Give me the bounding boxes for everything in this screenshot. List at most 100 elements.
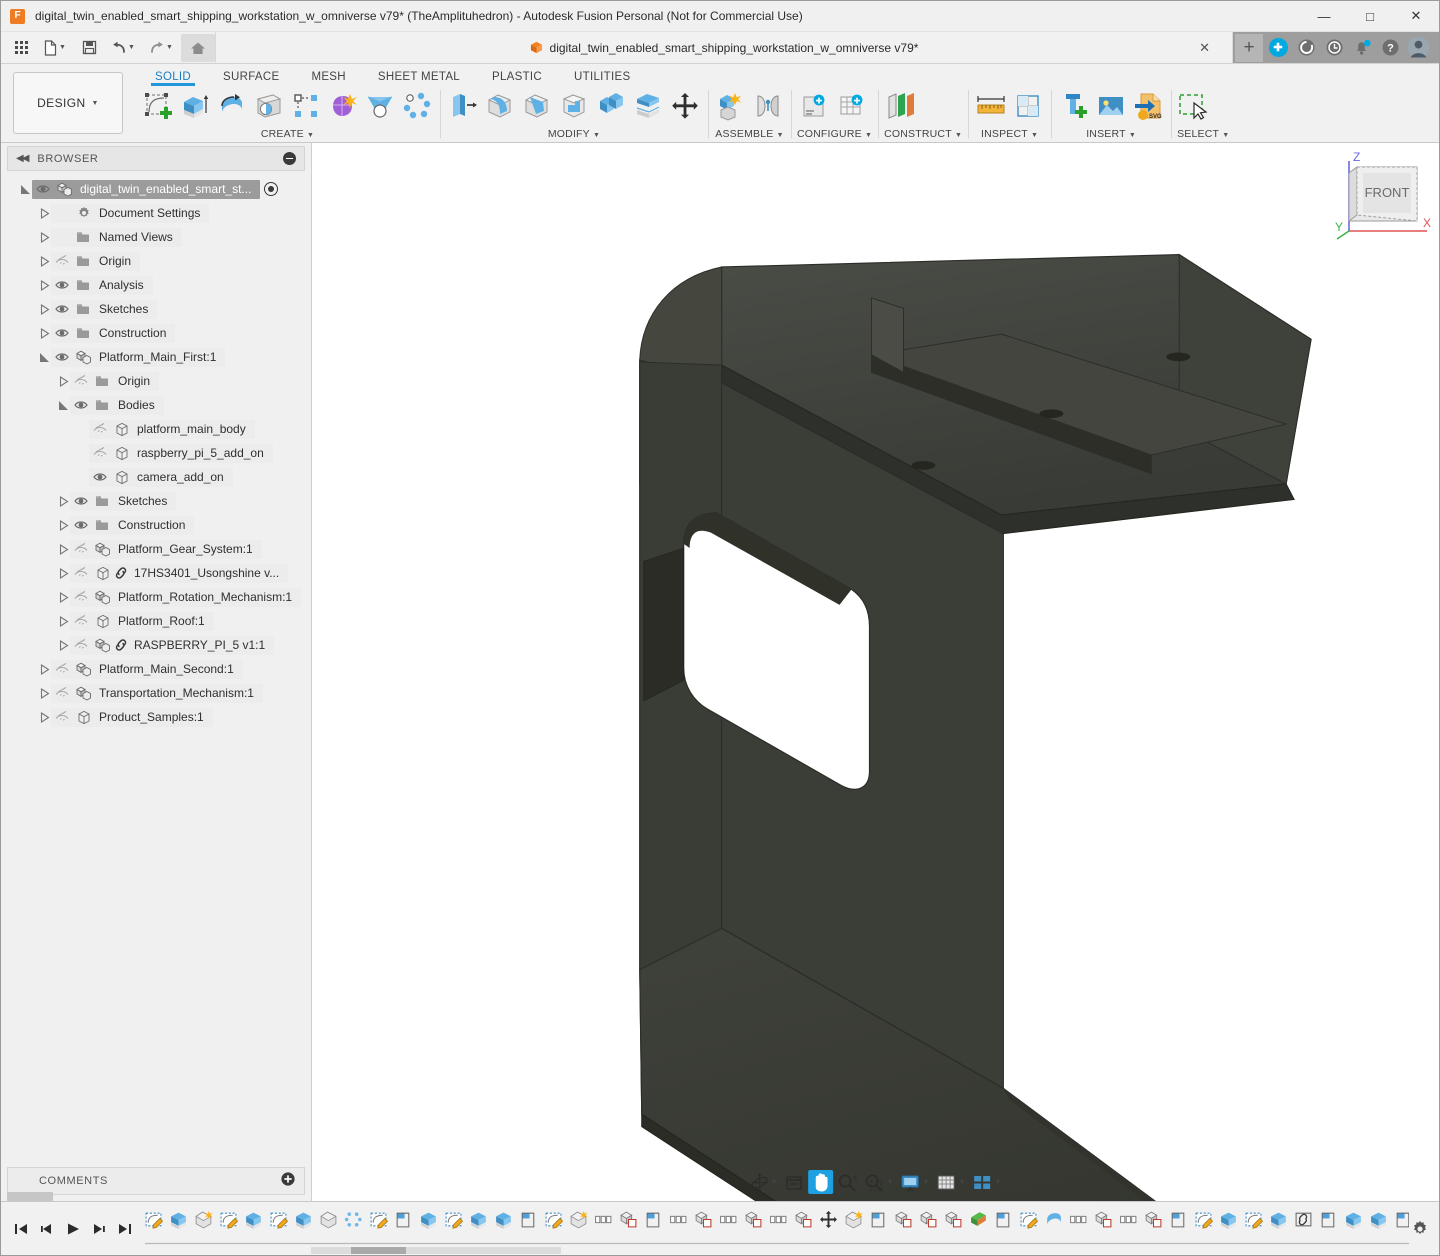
viewports-button[interactable]: ▼ bbox=[969, 1170, 1004, 1194]
expand-arrow-icon[interactable] bbox=[37, 345, 51, 369]
browser-item-origin[interactable]: Origin bbox=[1, 369, 311, 393]
visibility-eye-icon[interactable] bbox=[51, 681, 73, 705]
timeline-feature-mirror-plane[interactable] bbox=[516, 1205, 541, 1235]
insert-image-icon[interactable] bbox=[1094, 89, 1128, 123]
browser-item-sketches[interactable]: Sketches bbox=[1, 297, 311, 321]
timeline-step-back[interactable] bbox=[35, 1216, 59, 1242]
visibility-eye-icon[interactable] bbox=[51, 321, 73, 345]
browser-item-construction[interactable]: Construction bbox=[1, 321, 311, 345]
timeline-feature-plane[interactable] bbox=[1316, 1205, 1341, 1235]
select-window-icon[interactable] bbox=[1177, 89, 1211, 123]
timeline-feature-component[interactable] bbox=[791, 1205, 816, 1235]
model-3d[interactable] bbox=[312, 143, 1439, 1201]
visibility-eye-icon[interactable] bbox=[70, 393, 92, 417]
measure-icon[interactable] bbox=[974, 89, 1008, 123]
browser-item-digital-twin-enabled-smart-st[interactable]: digital_twin_enabled_smart_st... bbox=[1, 177, 311, 201]
visibility-eye-icon[interactable] bbox=[70, 489, 92, 513]
timeline-feature-extrude[interactable] bbox=[291, 1205, 316, 1235]
visibility-eye-icon[interactable] bbox=[70, 585, 92, 609]
expand-arrow-icon[interactable] bbox=[37, 681, 51, 705]
timeline-go-end[interactable] bbox=[113, 1216, 137, 1242]
grid-snaps-button[interactable]: ▼ bbox=[933, 1170, 968, 1194]
visibility-eye-icon[interactable] bbox=[70, 633, 92, 657]
expand-arrow-icon[interactable] bbox=[37, 297, 51, 321]
section-analysis-icon[interactable] bbox=[1011, 89, 1045, 123]
timeline-feature-fillet[interactable] bbox=[316, 1205, 341, 1235]
form-icon[interactable] bbox=[326, 89, 360, 123]
expand-arrow-icon[interactable] bbox=[56, 537, 70, 561]
create-sketch-icon[interactable] bbox=[141, 89, 175, 123]
panel-create-label[interactable]: CREATE ▼ bbox=[141, 126, 434, 140]
new-component-icon[interactable] bbox=[714, 89, 748, 123]
browser-item-17hs3401-usongshine-v[interactable]: 17HS3401_Usongshine v... bbox=[1, 561, 311, 585]
browser-item-analysis[interactable]: Analysis bbox=[1, 273, 311, 297]
tab-plastic[interactable]: PLASTIC bbox=[476, 71, 558, 86]
timeline-feature-fillet-new[interactable] bbox=[191, 1205, 216, 1235]
orbit-button[interactable]: ▼ bbox=[747, 1170, 781, 1194]
timeline-feature-extrude[interactable] bbox=[491, 1205, 516, 1235]
fillet-icon[interactable] bbox=[483, 89, 517, 123]
timeline-feature-plane[interactable] bbox=[391, 1205, 416, 1235]
visibility-eye-icon[interactable] bbox=[89, 441, 111, 465]
timeline-feature-group[interactable] bbox=[766, 1205, 791, 1235]
tab-utilities[interactable]: UTILITIES bbox=[558, 71, 646, 86]
offset-plane-icon[interactable] bbox=[884, 89, 918, 123]
visibility-eye-icon[interactable] bbox=[70, 561, 92, 585]
timeline-feature-component[interactable] bbox=[741, 1205, 766, 1235]
timeline-feature-revolve[interactable] bbox=[1041, 1205, 1066, 1235]
timeline-settings-gear-icon[interactable] bbox=[1409, 1220, 1439, 1238]
expand-arrow-icon[interactable] bbox=[37, 321, 51, 345]
minimize-button[interactable]: — bbox=[1301, 1, 1347, 32]
browser-item-platform-main-body[interactable]: platform_main_body bbox=[1, 417, 311, 441]
panel-modify-label[interactable]: MODIFY ▼ bbox=[446, 126, 702, 140]
timeline-feature-component[interactable] bbox=[891, 1205, 916, 1235]
timeline-feature-joint-green[interactable] bbox=[966, 1205, 991, 1235]
expand-arrow-icon[interactable] bbox=[18, 177, 32, 201]
timeline-feature-extrude[interactable] bbox=[241, 1205, 266, 1235]
timeline-play[interactable] bbox=[61, 1216, 85, 1242]
expand-arrow-icon[interactable] bbox=[56, 369, 70, 393]
timeline-feature-move[interactable] bbox=[816, 1205, 841, 1235]
expand-arrow-icon[interactable] bbox=[56, 489, 70, 513]
panel-assemble-label[interactable]: ASSEMBLE ▼ bbox=[714, 126, 785, 140]
visibility-eye-icon[interactable] bbox=[51, 705, 73, 729]
browser-item-platform-main-first-1[interactable]: Platform_Main_First:1 bbox=[1, 345, 311, 369]
timeline-go-start[interactable] bbox=[9, 1216, 33, 1242]
timeline-scrollbar-thumb[interactable] bbox=[351, 1247, 406, 1254]
panel-construct-label[interactable]: CONSTRUCT ▼ bbox=[884, 126, 962, 140]
panel-inspect-label[interactable]: INSPECT ▼ bbox=[974, 126, 1045, 140]
visibility-eye-icon[interactable] bbox=[32, 177, 54, 201]
panel-configure-label[interactable]: CONFIGURE ▼ bbox=[797, 126, 872, 140]
expand-arrow-icon[interactable] bbox=[56, 609, 70, 633]
timeline-feature-component[interactable] bbox=[941, 1205, 966, 1235]
collapse-left-icon[interactable]: ◀◀ bbox=[16, 153, 27, 164]
visibility-eye-icon[interactable] bbox=[89, 465, 111, 489]
app-grid-button[interactable] bbox=[7, 34, 35, 62]
pan-button[interactable] bbox=[809, 1170, 834, 1194]
shell-icon[interactable] bbox=[557, 89, 591, 123]
browser-item-platform-gear-system-1[interactable]: Platform_Gear_System:1 bbox=[1, 537, 311, 561]
press-pull-icon[interactable] bbox=[446, 89, 480, 123]
timeline-feature-extrude[interactable] bbox=[1266, 1205, 1291, 1235]
move-copy-icon[interactable] bbox=[668, 89, 702, 123]
split-body-icon[interactable] bbox=[631, 89, 665, 123]
browser-item-named-views[interactable]: Named Views bbox=[1, 225, 311, 249]
expand-arrow-icon[interactable] bbox=[37, 201, 51, 225]
browser-item-platform-rotation-mechanism-1[interactable]: Platform_Rotation_Mechanism:1 bbox=[1, 585, 311, 609]
chamfer-icon[interactable] bbox=[520, 89, 554, 123]
timeline-feature-component[interactable] bbox=[691, 1205, 716, 1235]
tab-mesh[interactable]: MESH bbox=[295, 71, 361, 86]
timeline-feature-plane[interactable] bbox=[1391, 1205, 1409, 1235]
circular-pattern-icon[interactable] bbox=[400, 89, 434, 123]
create-configuration-icon[interactable]: ✚ bbox=[797, 89, 831, 123]
help-icon[interactable]: ? bbox=[1377, 35, 1403, 61]
redo-button[interactable]: ▼ bbox=[143, 34, 179, 62]
timeline-feature-group[interactable] bbox=[716, 1205, 741, 1235]
save-button[interactable] bbox=[75, 34, 103, 62]
browser-item-platform-main-second-1[interactable]: Platform_Main_Second:1 bbox=[1, 657, 311, 681]
look-at-button[interactable] bbox=[782, 1170, 808, 1194]
panel-insert-label[interactable]: INSERT ▼ bbox=[1057, 126, 1165, 140]
notifications-bell-icon[interactable] bbox=[1349, 35, 1375, 61]
job-status-icon[interactable] bbox=[1293, 35, 1319, 61]
avatar[interactable] bbox=[1405, 35, 1431, 61]
